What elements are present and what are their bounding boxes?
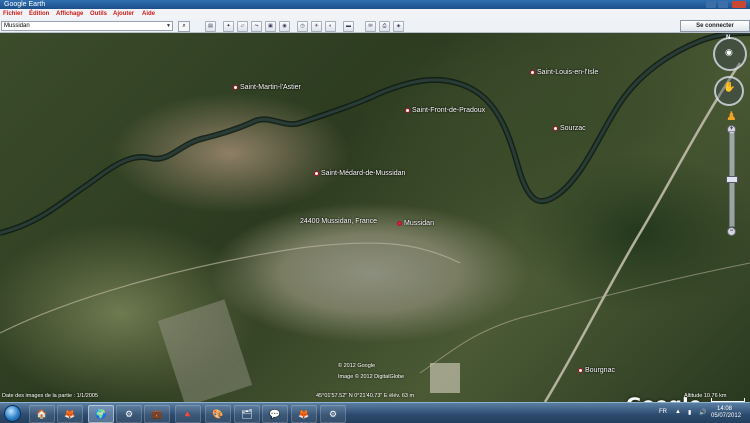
planets-icon[interactable]: ◐ xyxy=(325,21,336,32)
view-in-maps-icon[interactable]: ◈ xyxy=(393,21,404,32)
eye-icon: ◉ xyxy=(725,47,733,57)
taskbar-app-4[interactable]: ⚙ xyxy=(116,405,142,423)
taskbar-app-8[interactable]: 🗂 xyxy=(234,405,260,423)
taskbar-app-7[interactable]: 🎨 xyxy=(205,405,231,423)
hand-icon: ✋ xyxy=(723,82,736,93)
copyright-imagery: Image © 2012 DigitalGlobe xyxy=(338,374,405,380)
copyright-google: © 2012 Google xyxy=(338,363,376,369)
menu-affichage[interactable]: Affichage xyxy=(56,9,83,19)
sun-icon[interactable]: ☀ xyxy=(311,21,322,32)
connect-button[interactable]: Se connecter xyxy=(680,20,750,32)
path-icon[interactable]: ⤳ xyxy=(251,21,262,32)
place-saint-louis-en-lisle[interactable]: Saint-Louis-en-l'Isle xyxy=(530,69,598,76)
zoom-slider-handle[interactable] xyxy=(726,176,738,183)
placemark-icon[interactable]: ✦ xyxy=(223,21,234,32)
taskbar-app-firefox[interactable]: 🦊 xyxy=(57,405,83,423)
taskbar-app-6[interactable]: 🔺 xyxy=(175,405,201,423)
north-indicator: N xyxy=(726,35,731,41)
print-icon[interactable]: ⎙ xyxy=(379,21,390,32)
minimize-button[interactable] xyxy=(706,1,716,8)
place-saint-medard-de-mussidan[interactable]: Saint-Médard-de-Mussidan xyxy=(314,170,405,177)
map-view[interactable]: Saint-Martin-l'Astier Saint-Front-de-Pra… xyxy=(0,33,750,402)
imagery-date: Date des images de la partie : 1/1/2005 xyxy=(2,393,99,399)
close-button[interactable] xyxy=(732,1,746,8)
toolbar: Mussidan ▼ ⌕ ▤ ✦ ▱ ⤳ ▣ ◉ ◷ ☀ ◐ ▬ ✉ ⎙ ◈ S… xyxy=(0,19,750,33)
menu-outils[interactable]: Outils xyxy=(90,9,107,19)
menu-ajouter[interactable]: Ajouter xyxy=(113,9,134,19)
tray-arrow-icon[interactable]: ▲ xyxy=(675,409,681,415)
menu-aide[interactable]: Aide xyxy=(142,9,155,19)
move-control[interactable]: ✋ xyxy=(714,76,746,108)
sidebar-toggle-icon[interactable]: ▤ xyxy=(205,21,216,32)
system-tray: FR ▲ ▮ 🔊 14:08 05/07/2012 xyxy=(655,405,750,421)
taskbar-app-5[interactable]: 💼 xyxy=(144,405,170,423)
taskbar-app-firefox-2[interactable]: 🦊 xyxy=(291,405,317,423)
search-input[interactable]: Mussidan xyxy=(1,21,173,31)
highway-a89 xyxy=(543,62,742,402)
place-search-result[interactable]: 24400 Mussidan, France xyxy=(300,218,377,225)
window-title: Google Earth xyxy=(4,1,46,8)
cursor-coordinates: 45°01'57.52" N 0°21'40.73" E élév. 63 m xyxy=(316,393,415,399)
clock-date[interactable]: 05/07/2012 xyxy=(711,413,741,419)
maximize-button[interactable] xyxy=(718,1,728,8)
place-saint-front-de-pradoux[interactable]: Saint-Front-de-Pradoux xyxy=(405,107,485,114)
taskbar: 🏠 🦊 🌍 ⚙ 💼 🔺 🎨 🗂 💬 🦊 ⚙ FR ▲ ▮ 🔊 14:08 05/… xyxy=(0,402,750,423)
overlay-icon[interactable]: ▣ xyxy=(265,21,276,32)
status-bar: Date des images de la partie : 1/1/2005 … xyxy=(0,392,750,402)
start-button[interactable] xyxy=(4,405,21,422)
place-mussidan[interactable]: Mussidan xyxy=(397,220,434,227)
ruler-icon[interactable]: ▬ xyxy=(343,21,354,32)
menu-edition[interactable]: Édition xyxy=(29,9,49,19)
street-view-pegman-icon[interactable]: ♟ xyxy=(726,109,737,123)
place-bourgnac[interactable]: Bourgnac xyxy=(578,367,615,374)
place-sourzac[interactable]: Sourzac xyxy=(553,125,586,132)
menu-fichier[interactable]: Fichier xyxy=(3,9,23,19)
polygon-icon[interactable]: ▱ xyxy=(237,21,248,32)
tour-icon[interactable]: ◉ xyxy=(279,21,290,32)
zoom-out-button[interactable]: − xyxy=(727,227,736,236)
clock-time[interactable]: 14:08 xyxy=(717,406,732,412)
taskbar-app-explorer[interactable]: 🏠 xyxy=(29,405,55,423)
language-indicator[interactable]: FR xyxy=(659,409,667,415)
taskbar-app-11[interactable]: ⚙ xyxy=(320,405,346,423)
scale-bar xyxy=(711,398,745,402)
title-bar: Google Earth xyxy=(0,0,750,9)
look-control[interactable]: N ◉ xyxy=(711,35,749,73)
volume-icon[interactable]: 🔊 xyxy=(699,409,706,416)
network-icon[interactable]: ▮ xyxy=(688,409,691,416)
search-icon[interactable]: ⌕ xyxy=(178,21,190,32)
taskbar-app-google-earth[interactable]: 🌍 xyxy=(88,405,114,423)
email-icon[interactable]: ✉ xyxy=(365,21,376,32)
historical-imagery-icon[interactable]: ◷ xyxy=(297,21,308,32)
taskbar-app-skype[interactable]: 💬 xyxy=(262,405,288,423)
dropdown-arrow-icon[interactable]: ▼ xyxy=(166,23,171,29)
place-saint-martin-lastier[interactable]: Saint-Martin-l'Astier xyxy=(233,84,301,91)
